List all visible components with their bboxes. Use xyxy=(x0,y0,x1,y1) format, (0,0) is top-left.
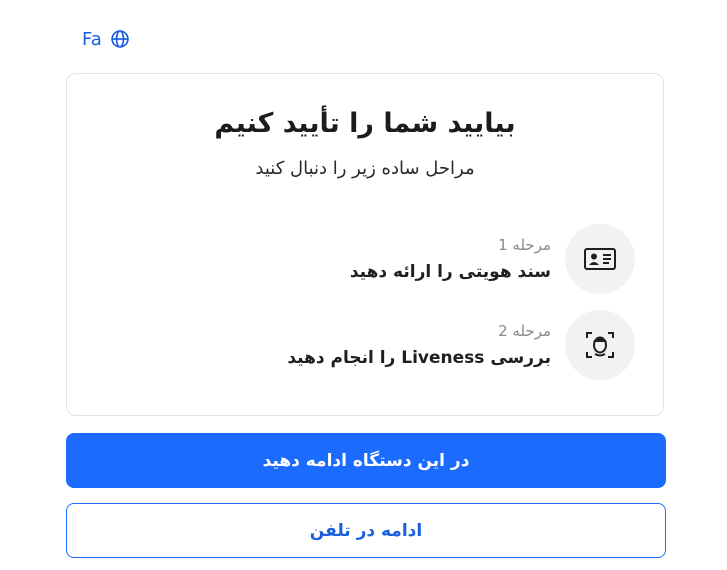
page-title: بیایید شما را تأیید کنیم xyxy=(214,108,516,139)
continue-on-device-button[interactable]: در این دستگاه ادامه دهید xyxy=(66,433,666,488)
continue-on-phone-button[interactable]: ادامه در تلفن xyxy=(66,503,666,558)
step-number: مرحله 2 xyxy=(498,322,551,340)
language-selector[interactable]: Fa xyxy=(82,26,130,52)
language-code: Fa xyxy=(82,28,102,50)
step-item-document: مرحله 1 سند هویتی را ارائه دهید xyxy=(235,224,635,294)
verification-card: بیایید شما را تأیید کنیم مراحل ساده زیر … xyxy=(66,73,664,416)
step-label: سند هویتی را ارائه دهید xyxy=(349,262,551,282)
step-number: مرحله 1 xyxy=(498,236,551,254)
step-text: مرحله 2 بررسی Liveness را انجام دهید xyxy=(287,322,551,368)
verification-page: Fa بیایید شما را تأیید کنیم مراحل ساده ز… xyxy=(0,0,727,570)
globe-icon xyxy=(110,29,130,49)
id-card-icon xyxy=(565,224,635,294)
step-item-liveness: مرحله 2 بررسی Liveness را انجام دهید xyxy=(235,310,635,380)
step-text: مرحله 1 سند هویتی را ارائه دهید xyxy=(350,236,551,282)
face-scan-icon xyxy=(565,310,635,380)
step-label: بررسی Liveness را انجام دهید xyxy=(287,348,551,368)
page-subtitle: مراحل ساده زیر را دنبال کنید xyxy=(255,158,475,179)
